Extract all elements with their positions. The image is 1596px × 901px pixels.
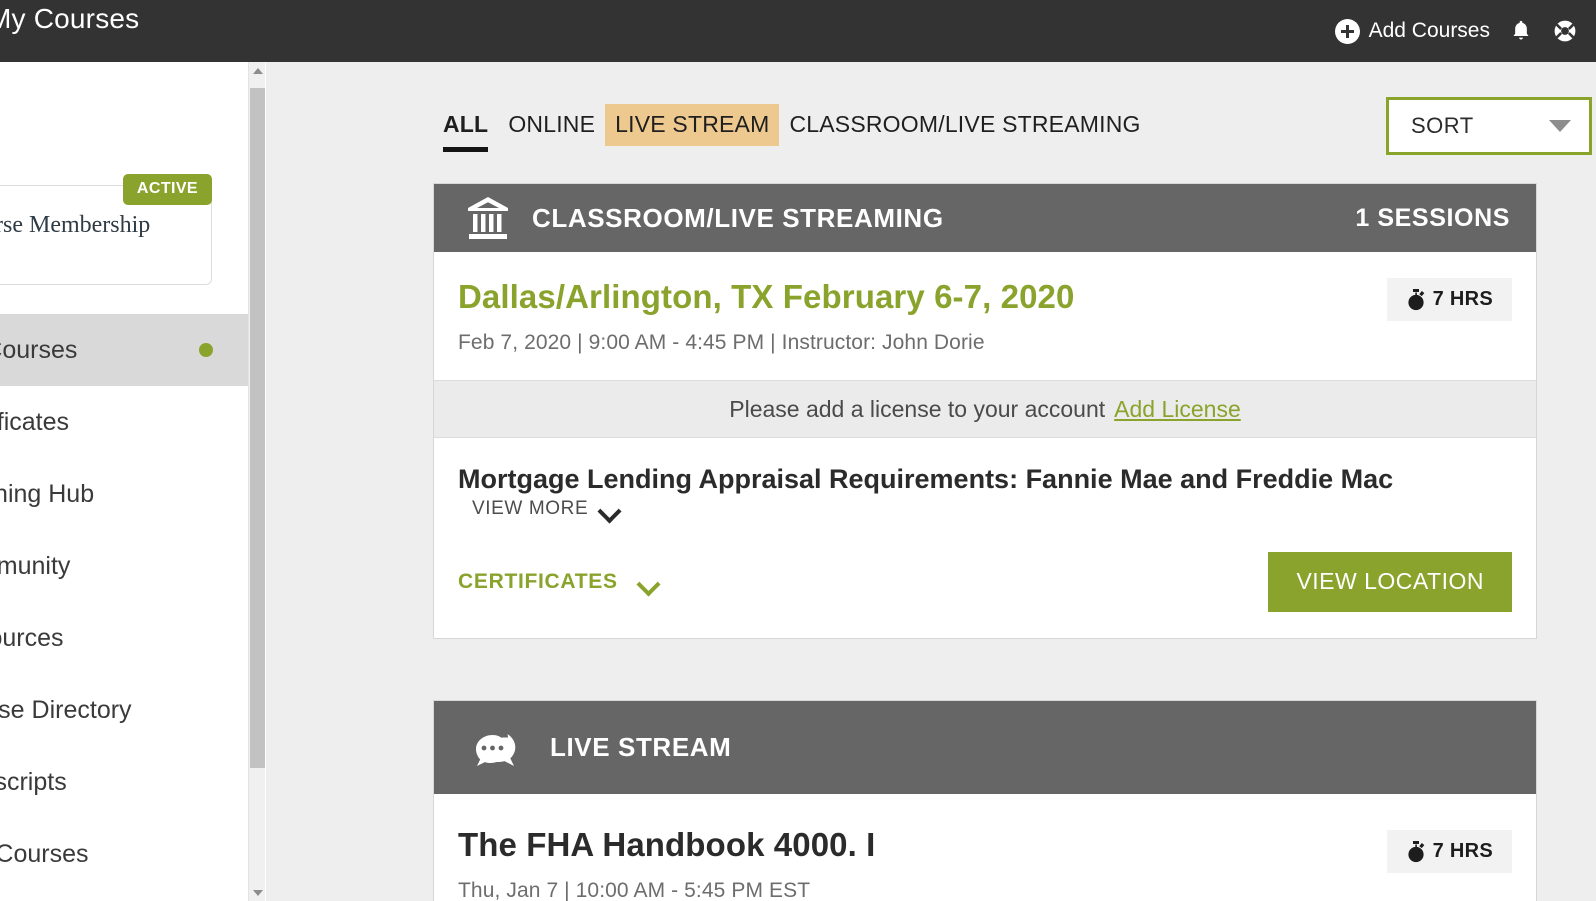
- card-header: LIVE STREAM: [434, 701, 1536, 794]
- sidebar-item-label: Course Directory: [0, 695, 132, 724]
- sidebar-nav: My Courses Certificates Learning Hub Com…: [0, 314, 248, 890]
- add-courses-button[interactable]: Add Courses: [1334, 18, 1490, 44]
- session-top-row: Dallas/Arlington, TX February 6-7, 2020 …: [458, 278, 1512, 355]
- certificates-toggle[interactable]: CERTIFICATES: [458, 570, 660, 594]
- main-content: ALL ONLINE LIVE STREAM CLASSROOM/LIVE ST…: [266, 62, 1596, 901]
- card-header-title: LIVE STREAM: [550, 732, 732, 762]
- membership-card[interactable]: Course Membership ACTIVE: [0, 174, 212, 285]
- view-location-button[interactable]: VIEW LOCATION: [1268, 552, 1512, 613]
- session-title[interactable]: The FHA Handbook 4000. I: [458, 826, 875, 864]
- sidebar-item-add-courses[interactable]: Add Courses: [0, 818, 248, 890]
- scroll-up-arrow-icon[interactable]: [249, 62, 266, 79]
- tab-live-stream[interactable]: LIVE STREAM: [605, 104, 780, 146]
- top-bar: My Courses Add Courses: [0, 0, 1596, 62]
- sidebar-item-label: Add Courses: [0, 839, 89, 868]
- license-notice: Please add a license to your account Add…: [434, 380, 1536, 438]
- hours-badge: 7 HRS: [1386, 278, 1512, 321]
- sort-dropdown[interactable]: SORT: [1386, 97, 1592, 155]
- sidebar-item-label: Learning Hub: [0, 479, 95, 508]
- course-name: Mortgage Lending Appraisal Requirements:…: [458, 464, 1394, 494]
- page-title: My Courses: [0, 3, 140, 34]
- license-notice-text: Please add a license to your account: [729, 395, 1106, 422]
- sidebar-item-label: Certificates: [0, 407, 70, 436]
- session-top-row: The FHA Handbook 4000. I Thu, Jan 7 | 10…: [458, 826, 1512, 901]
- course-card-classroom: CLASSROOM/LIVE STREAMING 1 SESSIONS Dall…: [433, 183, 1537, 640]
- help-button[interactable]: [1552, 18, 1578, 44]
- sidebar-item-label: My Courses: [0, 335, 78, 364]
- speech-bubbles-icon: [464, 718, 526, 778]
- sidebar-item-label: Resources: [0, 623, 64, 652]
- sidebar-item-my-courses[interactable]: My Courses: [0, 314, 248, 386]
- sidebar-item-certificates[interactable]: Certificates: [0, 386, 248, 458]
- institution-icon: [464, 194, 514, 242]
- stopwatch-icon: [1407, 288, 1424, 310]
- hours-badge-label: 7 HRS: [1432, 288, 1493, 310]
- add-courses-label: Add Courses: [1368, 19, 1490, 42]
- sidebar-item-transcripts[interactable]: Transcripts: [0, 746, 248, 818]
- session-body: Dallas/Arlington, TX February 6-7, 2020 …: [434, 252, 1536, 355]
- tab-online[interactable]: ONLINE: [498, 104, 605, 146]
- view-more-toggle[interactable]: VIEW MORE: [472, 498, 621, 520]
- certificates-label: CERTIFICATES: [458, 570, 618, 594]
- sidebar-item-resources[interactable]: Resources: [0, 602, 248, 674]
- sidebar: Course Membership ACTIVE My Courses Cert…: [0, 62, 248, 901]
- plus-circle-icon: [1334, 18, 1360, 44]
- sort-dropdown-label: SORT: [1411, 113, 1474, 138]
- membership-label: Course Membership: [0, 212, 151, 238]
- tab-classroom-live-streaming[interactable]: CLASSROOM/LIVE STREAMING: [779, 104, 1150, 146]
- view-more-label: VIEW MORE: [472, 498, 589, 520]
- tab-all[interactable]: ALL: [433, 104, 498, 152]
- course-block: Mortgage Lending Appraisal Requirements:…: [434, 438, 1536, 638]
- filter-bar: ALL ONLINE LIVE STREAM CLASSROOM/LIVE ST…: [266, 97, 1596, 164]
- course-card-live-stream: LIVE STREAM The FHA Handbook 4000. I Thu…: [433, 700, 1537, 901]
- notification-dot-icon: [199, 343, 213, 357]
- chevron-down-icon: [638, 576, 660, 589]
- scrollbar-thumb[interactable]: [250, 88, 265, 768]
- session-title-link[interactable]: Dallas/Arlington, TX February 6-7, 2020: [458, 278, 1074, 316]
- stopwatch-icon: [1407, 840, 1424, 862]
- chevron-down-icon: [599, 503, 621, 516]
- session-meta: Thu, Jan 7 | 10:00 AM - 5:45 PM EST: [458, 879, 811, 901]
- chevron-down-icon: [1549, 120, 1571, 132]
- card-header-title: CLASSROOM/LIVE STREAMING: [532, 202, 944, 233]
- card-session-count: 1 SESSIONS: [1355, 203, 1510, 232]
- sidebar-item-course-directory[interactable]: Course Directory: [0, 674, 248, 746]
- card-actions: CERTIFICATES VIEW LOCATION: [458, 552, 1512, 613]
- bell-icon: [1513, 20, 1529, 40]
- status-badge: ACTIVE: [122, 174, 212, 205]
- notifications-button[interactable]: [1508, 18, 1534, 44]
- add-license-link[interactable]: Add License: [1114, 396, 1241, 423]
- hours-badge: 7 HRS: [1386, 830, 1512, 873]
- card-header: CLASSROOM/LIVE STREAMING 1 SESSIONS: [434, 184, 1536, 252]
- scroll-down-arrow-icon[interactable]: [249, 884, 266, 901]
- session-body: The FHA Handbook 4000. I Thu, Jan 7 | 10…: [434, 794, 1536, 901]
- session-meta: Feb 7, 2020 | 9:00 AM - 4:45 PM | Instru…: [458, 331, 985, 354]
- hours-badge-label: 7 HRS: [1432, 840, 1493, 862]
- top-bar-actions: Add Courses: [1334, 0, 1578, 62]
- filter-tabs: ALL ONLINE LIVE STREAM CLASSROOM/LIVE ST…: [433, 104, 1151, 152]
- sidebar-item-community[interactable]: Community: [0, 530, 248, 602]
- sidebar-item-learning-hub[interactable]: Learning Hub: [0, 458, 248, 530]
- sidebar-item-label: Transcripts: [0, 767, 67, 796]
- sidebar-scrollbar[interactable]: [248, 62, 265, 901]
- sidebar-item-label: Community: [0, 551, 71, 580]
- lifebuoy-icon: [1554, 20, 1576, 42]
